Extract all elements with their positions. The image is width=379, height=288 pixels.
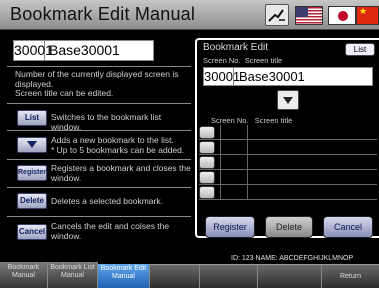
list-item[interactable] <box>199 155 377 170</box>
tab-empty-1[interactable] <box>150 265 200 288</box>
select-checkbox[interactable] <box>199 156 215 169</box>
arrow-down-icon <box>27 141 37 148</box>
select-checkbox[interactable] <box>199 171 215 184</box>
add-bookmark-button[interactable] <box>277 90 299 110</box>
add-description: Adds a new bookmark to the list. * Up to… <box>51 135 185 155</box>
list-item[interactable] <box>199 170 377 185</box>
delete-description: Deletes a selected bookmark. <box>51 196 163 206</box>
list-item[interactable] <box>199 140 377 155</box>
tab-empty-3[interactable] <box>258 265 322 288</box>
list-button-sample[interactable]: List <box>17 110 47 126</box>
bookmark-edit-title: Bookmark Edit <box>203 42 269 53</box>
add-down-button-sample[interactable] <box>17 137 47 153</box>
select-checkbox[interactable] <box>199 141 215 154</box>
divider <box>7 103 191 104</box>
cancel-button[interactable]: Cancel <box>323 216 373 238</box>
divider <box>7 216 191 217</box>
delete-button[interactable]: Delete <box>265 216 313 238</box>
title-bar: Bookmark Edit Manual ★ <box>0 0 379 30</box>
cancel-button-sample[interactable]: Cancel <box>17 224 47 240</box>
arrow-down-icon <box>283 97 293 104</box>
col-screen-no: Screen No. <box>211 116 249 125</box>
china-flag-icon[interactable]: ★ <box>356 6 379 25</box>
list-button[interactable]: List <box>345 43 375 56</box>
hand-write-icon[interactable] <box>265 4 289 26</box>
column-headers: Screen No. Screen title <box>211 116 292 125</box>
field-labels: Screen No. Screen title <box>203 56 282 65</box>
divider <box>7 66 191 67</box>
japan-flag-icon[interactable] <box>328 6 356 25</box>
status-line: ID: 123 NAME: ABCDEFGHIJKLMNOP <box>231 255 354 262</box>
cancel-description: Cancels the edit and colses the window. <box>51 221 170 241</box>
screen-id-description: Number of the currently displayed screen… <box>15 69 179 98</box>
delete-button-sample[interactable]: Delete <box>17 193 47 209</box>
select-checkbox[interactable] <box>199 186 215 199</box>
screen-title-input[interactable]: 30001 Base30001 <box>203 67 373 86</box>
bookmark-list <box>199 125 377 200</box>
tab-bookmark-manual[interactable]: Bookmark Manual <box>0 262 48 288</box>
register-description: Registers a bookmark and closes the wind… <box>51 163 191 183</box>
tab-bookmark-list-manual[interactable]: Bookmark List Manual <box>48 262 98 288</box>
screen-title-value: Base30001 <box>239 69 305 84</box>
tab-bookmark-edit-manual[interactable]: Bookmark Edit Manual <box>98 264 150 288</box>
screen-number: 30001 <box>14 41 53 60</box>
tab-return[interactable]: Return <box>322 265 379 288</box>
screen-title: Base30001 <box>49 42 120 58</box>
tab-empty-2[interactable] <box>200 265 258 288</box>
col-screen-title: Screen title <box>254 116 293 125</box>
page-title: Bookmark Edit Manual <box>10 4 196 24</box>
manual-description-panel: 30001 Base30001 Number of the currently … <box>3 33 191 255</box>
bookmark-edit-window: Bookmark Edit List Screen No. Screen tit… <box>195 38 379 238</box>
divider <box>7 187 191 188</box>
screen-id-display: 30001 Base30001 <box>13 40 154 61</box>
bottom-tab-bar: Bookmark Manual Bookmark List Manual Boo… <box>0 262 379 288</box>
us-flag-icon[interactable] <box>295 6 323 25</box>
screen-no-label: Screen No. <box>203 56 241 65</box>
divider <box>7 130 191 131</box>
register-button[interactable]: Register <box>205 216 255 238</box>
select-checkbox[interactable] <box>199 126 215 139</box>
list-item[interactable] <box>199 125 377 140</box>
screen-title-label: Screen title <box>244 56 283 65</box>
screen-number: 30001 <box>204 68 241 85</box>
divider <box>7 159 191 160</box>
register-button-sample[interactable]: Register <box>17 165 47 181</box>
list-item[interactable] <box>199 185 377 200</box>
